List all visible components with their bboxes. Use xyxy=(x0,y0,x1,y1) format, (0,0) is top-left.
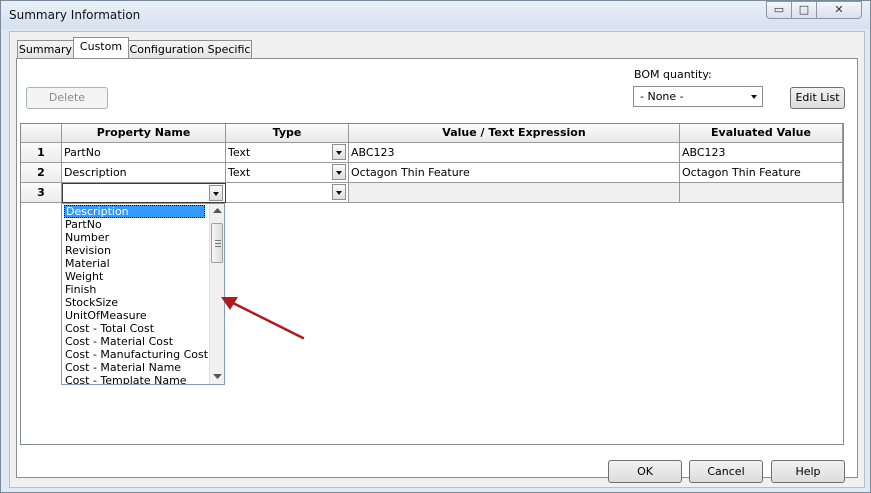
value-text-expression-header[interactable]: Value / Text Expression xyxy=(349,124,680,143)
row-number[interactable]: 1 xyxy=(21,143,62,163)
evaluated-value-cell xyxy=(680,183,843,203)
scroll-down-icon[interactable] xyxy=(213,374,222,380)
type-dropdown-button[interactable] xyxy=(332,164,346,180)
maximize-button[interactable]: □ xyxy=(791,1,817,19)
summary-information-dialog: Summary Information ▭ □ ✕ Summary Custom… xyxy=(0,0,871,493)
evaluated-value-header[interactable]: Evaluated Value xyxy=(680,124,843,143)
edit-list-button[interactable]: Edit List xyxy=(790,87,845,109)
list-item[interactable]: Material xyxy=(64,257,110,270)
row-number[interactable]: 3 xyxy=(21,183,62,203)
window-title: Summary Information xyxy=(9,8,141,22)
property-name-cell[interactable]: PartNo xyxy=(62,143,226,163)
type-dropdown-button[interactable] xyxy=(332,184,346,200)
maximize-icon: □ xyxy=(798,3,810,16)
tab-summary-label: Summary xyxy=(18,43,73,56)
cancel-button[interactable]: Cancel xyxy=(689,460,763,483)
property-name-dropdown-list[interactable]: Description PartNo Number Revision Mater… xyxy=(61,203,225,385)
list-item[interactable]: Cost - Manufacturing Cost xyxy=(64,348,208,361)
tab-custom-label: Custom xyxy=(79,40,123,53)
row-number[interactable]: 2 xyxy=(21,163,62,183)
property-name-dropdown-button[interactable] xyxy=(209,185,223,201)
list-item[interactable]: Number xyxy=(64,231,109,244)
list-item[interactable]: PartNo xyxy=(64,218,102,231)
type-cell-value: Text xyxy=(228,166,251,179)
list-item[interactable]: StockSize xyxy=(64,296,118,309)
red-arrow-annotation-icon xyxy=(221,297,305,340)
grip-icon xyxy=(215,240,221,247)
evaluated-value-cell: ABC123 xyxy=(680,143,843,163)
scroll-up-icon[interactable] xyxy=(213,208,222,214)
list-item[interactable]: Description xyxy=(64,205,205,218)
row-number-header xyxy=(21,124,62,143)
type-cell[interactable] xyxy=(226,183,349,203)
type-cell[interactable]: Text xyxy=(226,163,349,183)
scroll-thumb[interactable] xyxy=(211,223,223,263)
edit-list-button-label: Edit List xyxy=(795,91,840,104)
help-button-label: Help xyxy=(795,465,821,478)
list-item[interactable]: UnitOfMeasure xyxy=(64,309,147,322)
help-button[interactable]: Help xyxy=(771,460,845,483)
list-item[interactable]: Weight xyxy=(64,270,103,283)
close-icon: ✕ xyxy=(834,3,844,16)
type-header[interactable]: Type xyxy=(226,124,349,143)
list-item[interactable]: Cost - Total Cost xyxy=(64,322,154,335)
minimize-icon: ▭ xyxy=(773,3,785,16)
type-dropdown-button[interactable] xyxy=(332,144,346,160)
tab-configuration-specific[interactable]: Configuration Specific xyxy=(128,40,252,59)
type-cell[interactable]: Text xyxy=(226,143,349,163)
bom-quantity-label: BOM quantity: xyxy=(634,68,712,81)
close-button[interactable]: ✕ xyxy=(816,1,862,19)
tab-summary[interactable]: Summary xyxy=(17,40,74,59)
list-item[interactable]: Finish xyxy=(64,283,96,296)
tab-custom[interactable]: Custom xyxy=(73,37,129,59)
title-bar[interactable]: Summary Information ▭ □ ✕ xyxy=(1,1,870,29)
value-cell[interactable]: Octagon Thin Feature xyxy=(349,163,680,183)
ok-button[interactable]: OK xyxy=(608,460,682,483)
tab-configuration-specific-label: Configuration Specific xyxy=(129,43,251,56)
list-item[interactable]: Revision xyxy=(64,244,111,257)
value-cell[interactable] xyxy=(349,183,680,203)
chevron-down-icon xyxy=(751,95,757,99)
evaluated-value-cell: Octagon Thin Feature xyxy=(680,163,843,183)
list-item[interactable]: Cost - Template Name xyxy=(64,374,187,384)
cancel-button-label: Cancel xyxy=(707,465,745,478)
property-name-cell[interactable]: Description xyxy=(62,163,226,183)
list-item[interactable]: Cost - Material Cost xyxy=(64,335,173,348)
bom-quantity-value: - None - xyxy=(640,90,684,103)
list-item[interactable]: Cost - Material Name xyxy=(64,361,181,374)
ok-button-label: OK xyxy=(637,465,653,478)
minimize-button[interactable]: ▭ xyxy=(766,1,792,19)
delete-button[interactable]: Delete xyxy=(26,87,108,109)
bom-quantity-select[interactable]: - None - xyxy=(633,86,763,107)
value-cell[interactable]: ABC123 xyxy=(349,143,680,163)
property-name-header[interactable]: Property Name xyxy=(62,124,226,143)
delete-button-label: Delete xyxy=(48,91,86,104)
property-name-combobox[interactable] xyxy=(62,183,226,203)
type-cell-value: Text xyxy=(228,146,251,159)
